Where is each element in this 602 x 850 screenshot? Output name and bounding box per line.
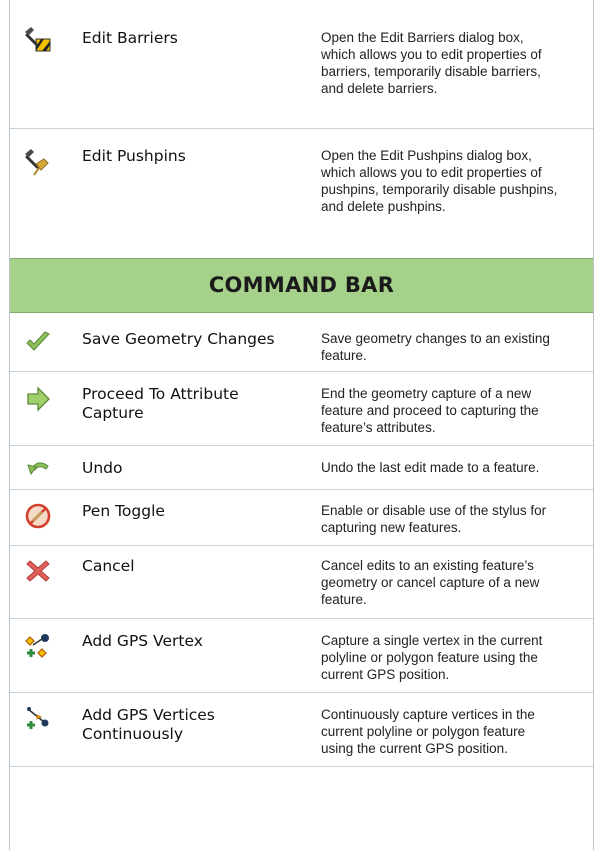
- command-description: Capture a single vertex in the current p…: [321, 632, 589, 683]
- name-line: Pen Toggle: [82, 502, 165, 520]
- table-row-save-geometry: Save Geometry Changes Save geometry chan…: [10, 313, 593, 372]
- description-line: which allows you to edit properties of: [321, 47, 542, 62]
- description-line: feature’s attributes.: [321, 420, 436, 435]
- command-name: Proceed To Attribute Capture: [82, 385, 312, 423]
- table-row-add-gps-vertex: Add GPS Vertex Capture a single vertex i…: [10, 618, 593, 693]
- description-line: current GPS position.: [321, 667, 450, 682]
- section-title: COMMAND BAR: [208, 273, 395, 297]
- command-description: Cancel edits to an existing feature’s ge…: [321, 557, 589, 608]
- command-description: Continuously capture vertices in the cur…: [321, 706, 589, 757]
- edit-pushpins-icon: [24, 148, 52, 176]
- command-name: Cancel: [82, 557, 312, 576]
- cancel-x-icon: [24, 557, 52, 585]
- command-name: Undo: [82, 459, 312, 478]
- command-name: Add GPS Vertex: [82, 632, 312, 651]
- description-line: polyline or polygon feature using the: [321, 650, 538, 665]
- description-line: barriers, temporarily disable barriers,: [321, 64, 541, 79]
- description-line: Open the Edit Barriers dialog box,: [321, 30, 524, 45]
- pen-toggle-icon: [24, 502, 52, 530]
- description-line: using the current GPS position.: [321, 741, 508, 756]
- description-line: End the geometry capture of a new: [321, 386, 532, 401]
- table-row-undo: Undo Undo the last edit made to a featur…: [10, 445, 593, 490]
- description-line: Undo the last edit made to a feature.: [321, 460, 540, 475]
- table-row-pen-toggle: Pen Toggle Enable or disable use of the …: [10, 489, 593, 546]
- description-line: Capture a single vertex in the current: [321, 633, 543, 648]
- description-line: which allows you to edit properties of: [321, 165, 542, 180]
- command-description: Save geometry changes to an existing fea…: [321, 330, 589, 364]
- description-line: capturing new features.: [321, 520, 462, 535]
- command-name: Add GPS Vertices Continuously: [82, 706, 312, 744]
- edit-barriers-icon: [24, 26, 52, 54]
- command-name: Edit Barriers: [82, 29, 178, 47]
- name-line: Continuously: [82, 725, 184, 743]
- description-line: pushpins, temporarily disable pushpins,: [321, 182, 558, 197]
- description-line: Cancel edits to an existing feature’s: [321, 558, 534, 573]
- name-line: Undo: [82, 459, 123, 477]
- description-line: feature.: [321, 348, 367, 363]
- table-row-edit-barriers: Edit Barriers Open the Edit Barriers dia…: [10, 0, 593, 129]
- description-line: geometry or cancel capture of a new: [321, 575, 540, 590]
- command-reference-table: Edit Barriers Open the Edit Barriers dia…: [9, 0, 594, 850]
- name-line: Cancel: [82, 557, 135, 575]
- command-description: Open the Edit Barriers dialog box, which…: [321, 29, 589, 97]
- table-row-proceed-attribute: Proceed To Attribute Capture End the geo…: [10, 371, 593, 446]
- description-line: and delete pushpins.: [321, 199, 446, 214]
- table-row-add-gps-vertices: Add GPS Vertices Continuously Continuous…: [10, 692, 593, 767]
- command-name: Edit Pushpins: [82, 147, 186, 165]
- command-description: End the geometry capture of a new featur…: [321, 385, 589, 436]
- command-description: Undo the last edit made to a feature.: [321, 459, 589, 476]
- command-name: Pen Toggle: [82, 502, 312, 521]
- description-line: and delete barriers.: [321, 81, 438, 96]
- name-line: Proceed To Attribute: [82, 385, 239, 403]
- description-line: Open the Edit Pushpins dialog box,: [321, 148, 532, 163]
- name-line: Capture: [82, 404, 144, 422]
- command-name: Save Geometry Changes: [82, 330, 312, 349]
- description-line: feature.: [321, 592, 367, 607]
- name-line: Save Geometry Changes: [82, 330, 275, 348]
- description-line: Continuously capture vertices in the: [321, 707, 535, 722]
- description-line: Enable or disable use of the stylus for: [321, 503, 547, 518]
- table-row-cancel: Cancel Cancel edits to an existing featu…: [10, 545, 593, 619]
- checkmark-icon: [24, 328, 52, 356]
- add-gps-vertex-icon: [24, 632, 52, 660]
- command-description: Enable or disable use of the stylus for …: [321, 502, 589, 536]
- right-arrow-icon: [24, 385, 52, 413]
- undo-icon: [24, 453, 52, 481]
- description-line: Save geometry changes to an existing: [321, 331, 550, 346]
- table-row-edit-pushpins: Edit Pushpins Open the Edit Pushpins dia…: [10, 128, 593, 259]
- section-header: COMMAND BAR: [10, 258, 593, 313]
- command-description: Open the Edit Pushpins dialog box, which…: [321, 147, 589, 215]
- description-line: current polyline or polygon feature: [321, 724, 526, 739]
- name-line: Add GPS Vertex: [82, 632, 203, 650]
- add-gps-vertices-icon: [24, 704, 52, 732]
- name-line: Add GPS Vertices: [82, 706, 215, 724]
- description-line: feature and proceed to capturing the: [321, 403, 539, 418]
